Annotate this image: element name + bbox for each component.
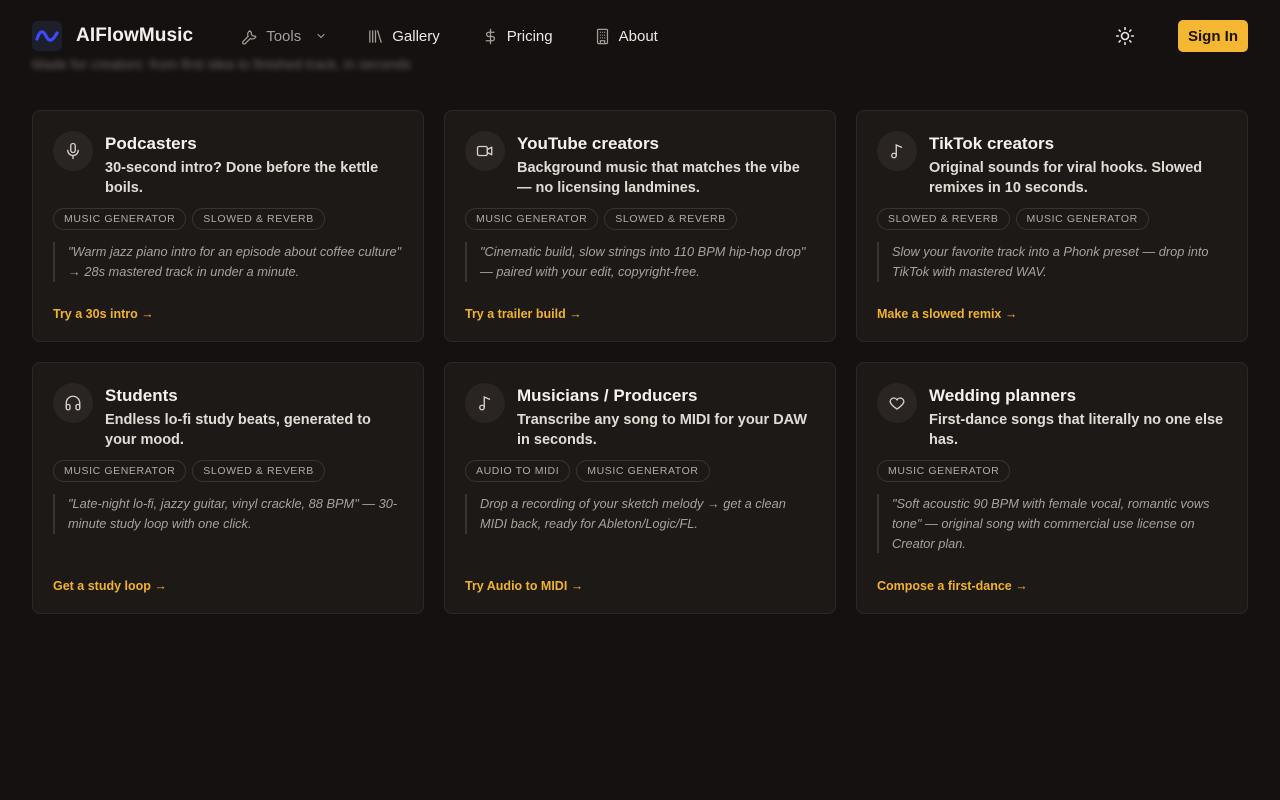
card-cta-link[interactable]: Try a 30s intro → (53, 307, 154, 321)
example-quote: Drop a recording of your sketch melody →… (465, 494, 815, 534)
nav-about[interactable]: About (594, 18, 658, 54)
use-case-card-tiktok: TikTok creators Original sounds for vira… (856, 110, 1248, 342)
logo-wave-icon (32, 21, 62, 51)
wrench-icon (241, 28, 258, 45)
headphones-icon (53, 383, 93, 423)
example-quote: "Soft acoustic 90 BPM with female vocal,… (877, 494, 1227, 554)
card-title: Students (105, 386, 178, 405)
example-quote: "Cinematic build, slow strings into 110 … (465, 242, 815, 282)
nav-tools[interactable]: Tools (241, 18, 327, 54)
card-description: Endless lo-fi study beats, generated to … (105, 412, 371, 448)
tag: SLOWED & REVERB (192, 208, 325, 230)
example-quote: "Late-night lo-fi, jazzy guitar, vinyl c… (53, 494, 403, 534)
use-case-card-podcasters: Podcasters 30-second intro? Done before … (32, 110, 424, 342)
nav-pricing-label: Pricing (506, 27, 553, 45)
music-note-icon (465, 383, 505, 423)
brand-logo[interactable]: AIFlowMusic (32, 21, 193, 51)
card-title: YouTube creators (517, 134, 660, 153)
card-title: TikTok creators (929, 134, 1055, 153)
nav-pricing[interactable]: Pricing (482, 18, 553, 54)
card-cta-link[interactable]: Make a slowed remix → (877, 307, 1017, 321)
use-case-grid: Podcasters 30-second intro? Done before … (32, 110, 1248, 614)
tag: MUSIC GENERATOR (465, 208, 599, 230)
nav-tools-label: Tools (266, 27, 302, 45)
tag: MUSIC GENERATOR (877, 460, 1011, 482)
tag-list: SLOWED & REVERB MUSIC GENERATOR (877, 208, 1227, 230)
tag-list: MUSIC GENERATOR SLOWED & REVERB (465, 208, 815, 230)
card-cta-link[interactable]: Compose a first-dance → (877, 579, 1028, 593)
tag-list: AUDIO TO MIDI MUSIC GENERATOR (465, 460, 815, 482)
theme-toggle-sun-icon[interactable] (1114, 25, 1136, 47)
tag: MUSIC GENERATOR (576, 460, 710, 482)
use-case-card-wedding: Wedding planners First-dance songs that … (856, 362, 1248, 614)
use-case-card-musicians: Musicians / Producers Transcribe any son… (444, 362, 836, 614)
tag: SLOWED & REVERB (604, 208, 737, 230)
card-title: Musicians / Producers (517, 386, 698, 405)
tag-list: MUSIC GENERATOR SLOWED & REVERB (53, 208, 403, 230)
sign-in-button[interactable]: Sign In (1178, 20, 1248, 52)
heart-icon (877, 383, 917, 423)
use-case-card-students: Students Endless lo-fi study beats, gene… (32, 362, 424, 614)
brand-name: AIFlowMusic (76, 25, 194, 46)
card-description: Transcribe any song to MIDI for your DAW… (517, 412, 808, 448)
microphone-icon (53, 131, 93, 171)
dollar-icon (482, 28, 499, 45)
nav-about-label: About (618, 27, 658, 45)
card-cta-link[interactable]: Try a trailer build → (465, 307, 582, 321)
nav-gallery-label: Gallery (392, 27, 440, 45)
card-cta-link[interactable]: Try Audio to MIDI → (465, 579, 583, 593)
tag: MUSIC GENERATOR (53, 460, 187, 482)
video-camera-icon (465, 131, 505, 171)
library-icon (367, 28, 384, 45)
music-note-icon (877, 131, 917, 171)
tag-list: MUSIC GENERATOR (877, 460, 1227, 482)
tag-list: MUSIC GENERATOR SLOWED & REVERB (53, 460, 403, 482)
card-description: 30-second intro? Done before the kettle … (105, 160, 379, 196)
top-navigation-bar: AIFlowMusic Tools Gallery Pricing About … (0, 0, 1280, 72)
card-description: Original sounds for viral hooks. Slowed … (929, 160, 1203, 196)
chevron-down-icon (315, 30, 327, 42)
tag: MUSIC GENERATOR (1015, 208, 1149, 230)
card-description: Background music that matches the vibe —… (517, 160, 800, 196)
main-nav: Tools Gallery Pricing About (241, 18, 658, 54)
tag: MUSIC GENERATOR (53, 208, 187, 230)
example-quote: "Warm jazz piano intro for an episode ab… (53, 242, 403, 282)
use-case-card-youtube: YouTube creators Background music that m… (444, 110, 836, 342)
card-title: Podcasters (105, 134, 197, 153)
tag: SLOWED & REVERB (192, 460, 325, 482)
nav-gallery[interactable]: Gallery (367, 18, 440, 54)
card-cta-link[interactable]: Get a study loop → (53, 579, 167, 593)
tag: AUDIO TO MIDI (465, 460, 571, 482)
building-icon (594, 28, 611, 45)
card-title: Wedding planners (929, 386, 1077, 405)
tag: SLOWED & REVERB (877, 208, 1010, 230)
card-description: First-dance songs that literally no one … (929, 412, 1224, 448)
example-quote: Slow your favorite track into a Phonk pr… (877, 242, 1227, 282)
